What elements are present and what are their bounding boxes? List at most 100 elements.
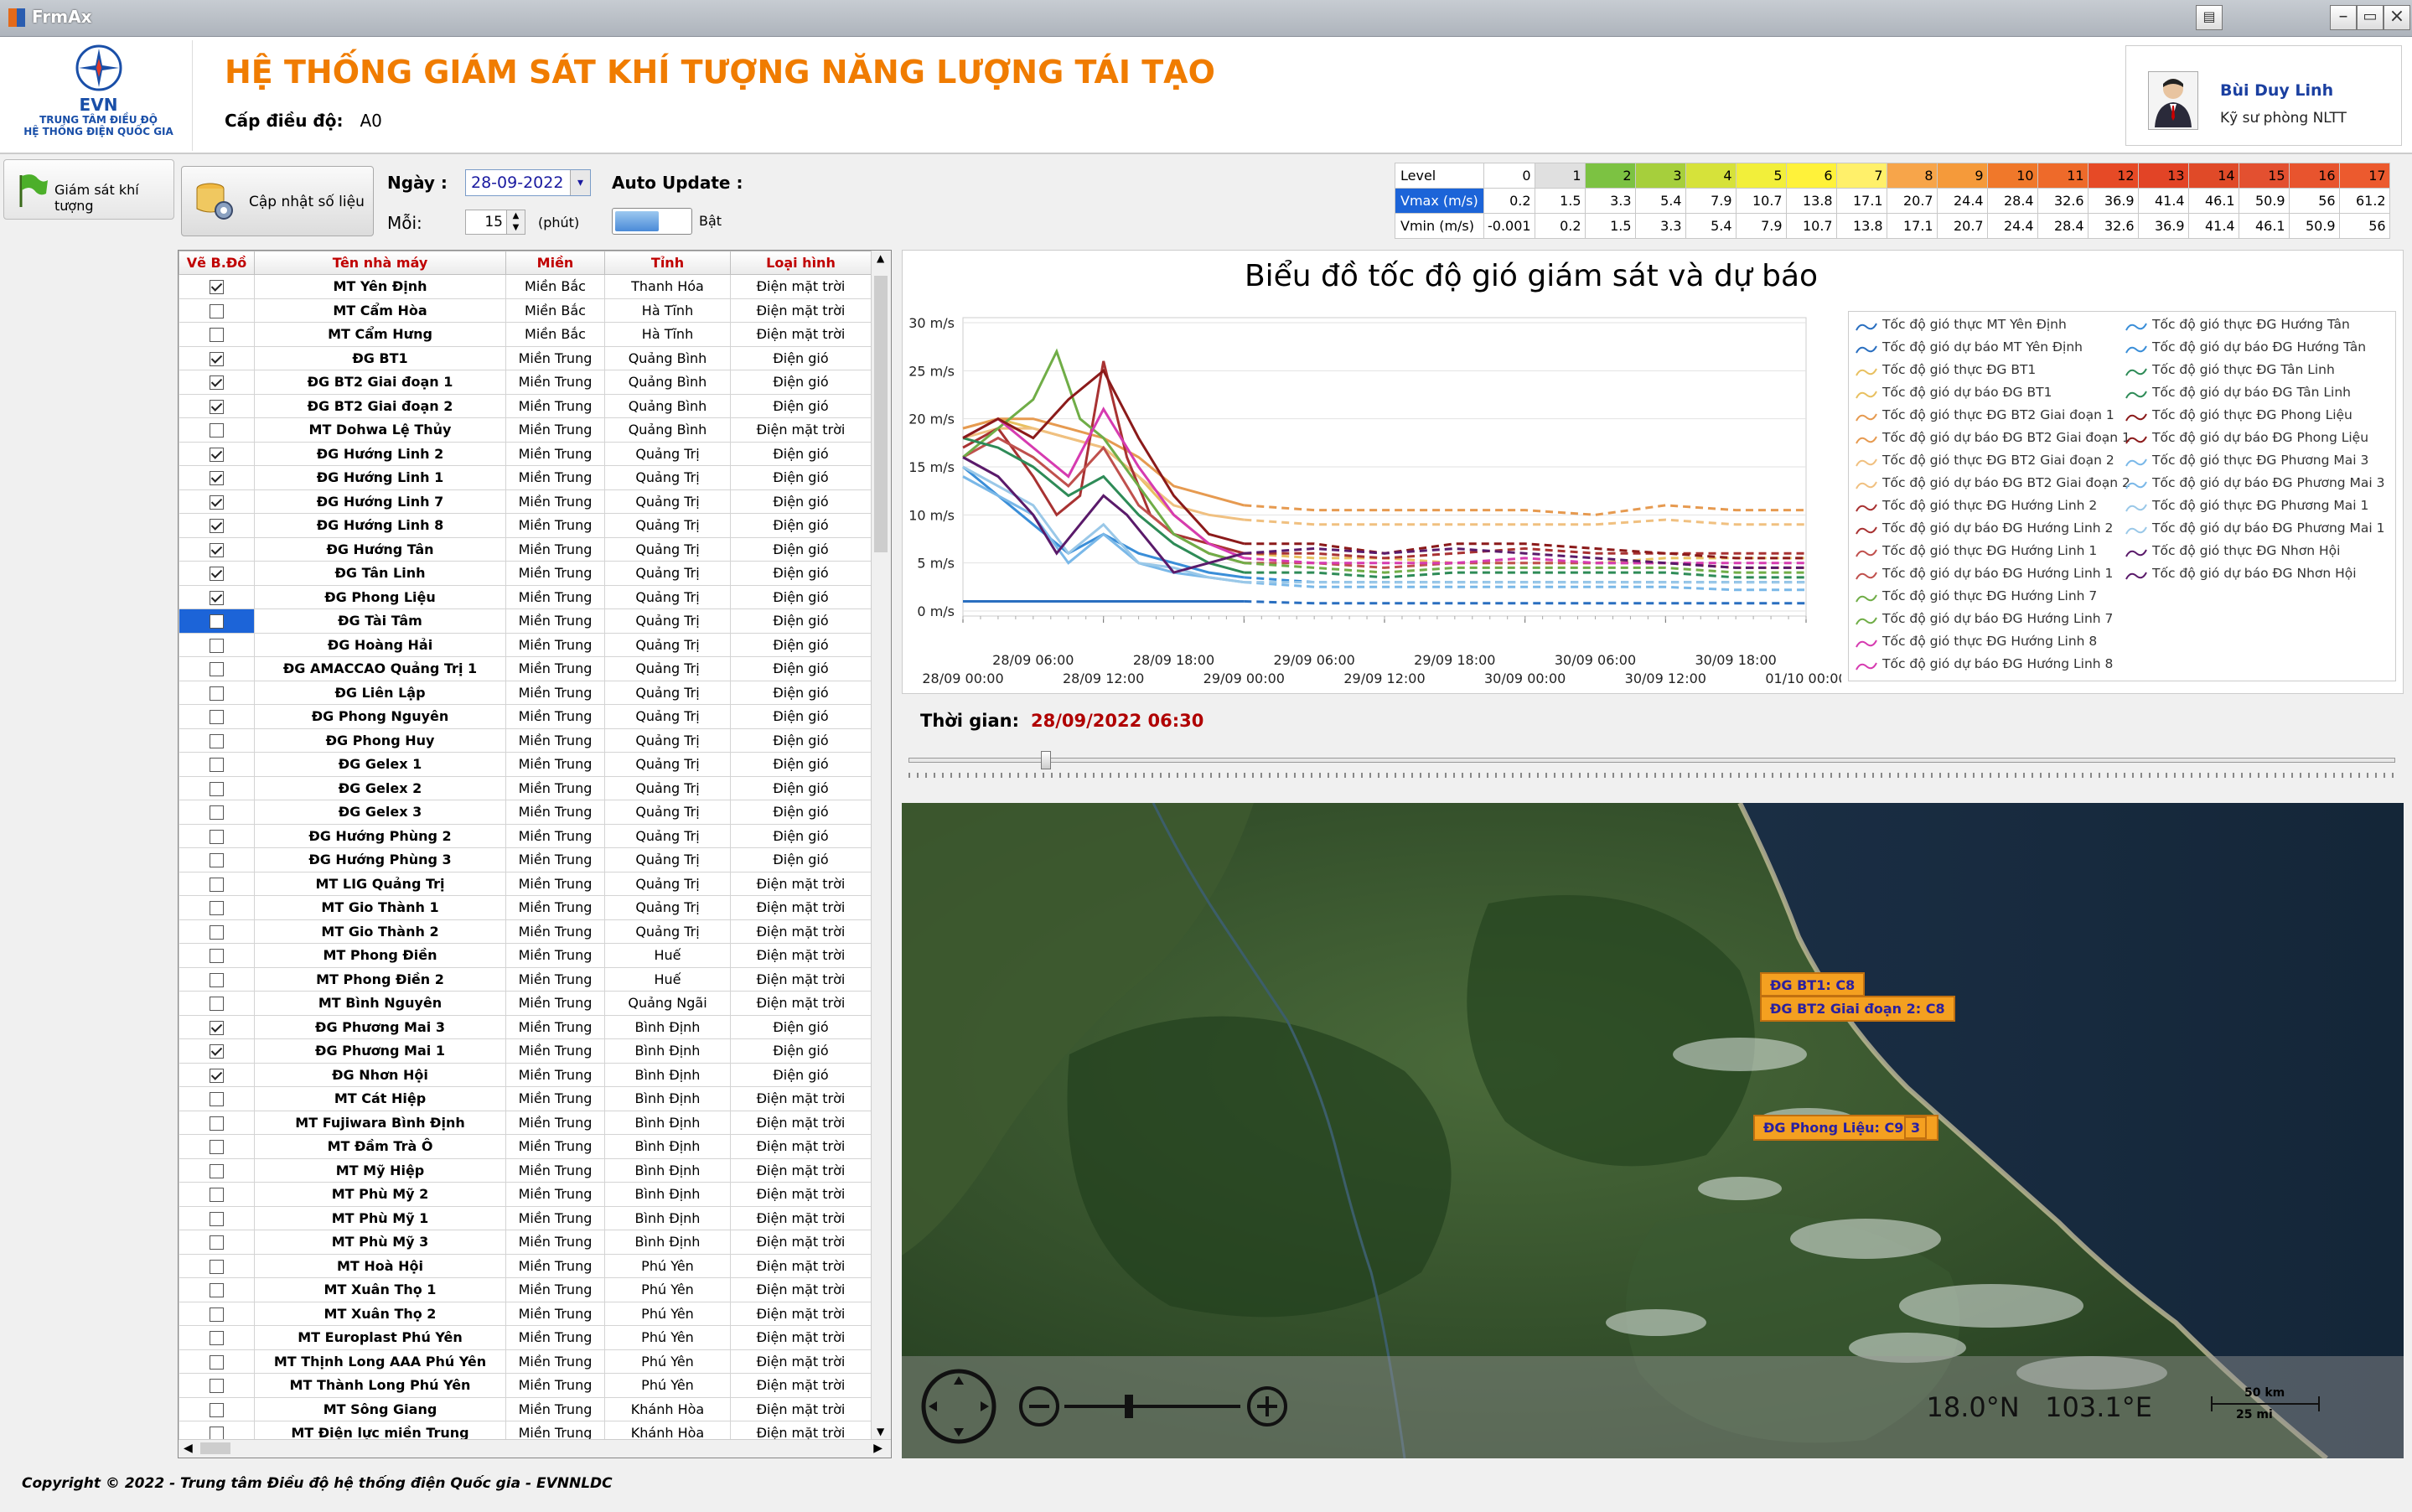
grid-column-header[interactable]: Tên nhà máy	[254, 251, 506, 275]
row-checkbox-cell[interactable]	[179, 680, 255, 705]
row-checkbox[interactable]	[210, 1044, 224, 1059]
table-row[interactable]: MT Hoà Hội Miền Trung Phú Yên Điện mặt trời	[179, 1253, 872, 1278]
table-row[interactable]: ĐG Hoàng Hải Miền Trung Quảng Trị Điện gió	[179, 632, 872, 657]
row-checkbox-cell[interactable]	[179, 322, 255, 347]
row-checkbox[interactable]	[210, 972, 224, 987]
row-checkbox[interactable]	[210, 1163, 224, 1178]
row-checkbox-cell[interactable]	[179, 1253, 255, 1278]
row-checkbox-cell[interactable]	[179, 1134, 255, 1159]
row-checkbox[interactable]	[210, 1092, 224, 1107]
interval-stepper[interactable]: 15 ▲ ▼	[465, 210, 525, 235]
table-row[interactable]: MT Xuân Thọ 2 Miền Trung Phú Yên Điện mặt t…	[179, 1301, 872, 1326]
legend-item[interactable]: Tốc độ gió thực ĐG BT1	[1856, 362, 2036, 385]
row-checkbox-cell[interactable]	[179, 919, 255, 944]
row-checkbox[interactable]	[210, 614, 224, 629]
table-row[interactable]: ĐG Hướng Phùng 2 Miền Trung Quảng Trị Điện …	[179, 823, 872, 848]
table-row[interactable]: MT Thành Long Phú Yên Miền Trung Phú Yên Đi…	[179, 1373, 872, 1398]
row-checkbox-cell[interactable]	[179, 298, 255, 323]
row-checkbox-cell[interactable]	[179, 1038, 255, 1064]
table-row[interactable]: MT Europlast Phú Yên Miền Trung Phú Yên Điệ…	[179, 1325, 872, 1350]
table-row[interactable]: MT Sông Giang Miền Trung Khánh Hòa Điện mặt…	[179, 1396, 872, 1421]
row-checkbox[interactable]	[210, 758, 224, 773]
grid-vertical-scrollbar[interactable]: ▲ ▼	[871, 251, 891, 1439]
scroll-thumb[interactable]	[874, 276, 888, 552]
scroll-up-icon[interactable]: ▲	[877, 252, 884, 264]
h-scroll-thumb[interactable]	[200, 1442, 230, 1454]
table-row[interactable]: ĐG Tài Tâm Miền Trung Quảng Trị Điện gió	[179, 608, 872, 634]
legend-item[interactable]: Tốc độ gió dự báo MT Yên Định	[1856, 339, 2083, 362]
grid-column-header[interactable]: Tỉnh	[604, 251, 731, 275]
grid-column-header[interactable]: Miền	[505, 251, 605, 275]
row-checkbox[interactable]	[210, 1283, 224, 1298]
row-checkbox-cell[interactable]	[179, 991, 255, 1016]
table-row[interactable]: ĐG AMACCAO Quảng Trị 1 Miền Trung Quảng Tr…	[179, 656, 872, 681]
row-checkbox[interactable]	[210, 686, 224, 701]
row-checkbox[interactable]	[210, 590, 224, 605]
scroll-down-icon[interactable]: ▼	[877, 1426, 884, 1437]
table-row[interactable]: ĐG BT2 Giai đoạn 1 Miền Trung Quảng Bình Đi…	[179, 370, 872, 395]
legend-item[interactable]: Tốc độ gió dự báo ĐG BT2 Giai đoạn 2	[1856, 475, 2130, 498]
row-checkbox-cell[interactable]	[179, 823, 255, 848]
grid-column-header[interactable]: Vẽ B.Đồ	[179, 251, 255, 275]
row-checkbox-cell[interactable]	[179, 1086, 255, 1111]
row-checkbox[interactable]	[210, 1188, 224, 1203]
row-checkbox[interactable]	[210, 351, 224, 366]
legend-item[interactable]: Tốc độ gió dự báo ĐG Tân Linh	[2125, 385, 2351, 407]
row-checkbox[interactable]	[210, 542, 224, 557]
row-checkbox-cell[interactable]	[179, 465, 255, 490]
table-row[interactable]: MT Cẩm Hưng Miền Bắc Hà Tĩnh Điện mặt trời	[179, 322, 872, 347]
row-checkbox-cell[interactable]	[179, 608, 255, 634]
row-checkbox[interactable]	[210, 901, 224, 916]
row-checkbox-cell[interactable]	[179, 1157, 255, 1183]
table-row[interactable]: MT Bình Nguyên Miền Trung Quảng Ngãi Điện m…	[179, 991, 872, 1016]
row-checkbox-cell[interactable]	[179, 441, 255, 466]
table-row[interactable]: ĐG Phương Mai 3 Miền Trung Bình Định Điện g…	[179, 1014, 872, 1039]
row-checkbox-cell[interactable]	[179, 943, 255, 968]
row-checkbox-cell[interactable]	[179, 656, 255, 681]
row-checkbox[interactable]	[210, 997, 224, 1012]
legend-item[interactable]: Tốc độ gió dự báo ĐG Phương Mai 1	[2125, 520, 2385, 543]
row-checkbox-cell[interactable]	[179, 871, 255, 896]
row-checkbox-cell[interactable]	[179, 489, 255, 514]
row-checkbox[interactable]	[210, 1020, 224, 1035]
table-row[interactable]: ĐG Gelex 1 Miền Trung Quảng Trị Điện gió	[179, 752, 872, 777]
table-row[interactable]: ĐG Hướng Tân Miền Trung Quảng Trị Điện gió	[179, 536, 872, 562]
toggle-knob[interactable]	[615, 211, 659, 231]
grid-horizontal-scrollbar[interactable]: ◀ ▶	[179, 1439, 891, 1458]
row-checkbox-cell[interactable]	[179, 417, 255, 443]
row-checkbox[interactable]	[210, 447, 224, 462]
pan-control-icon[interactable]	[917, 1364, 1001, 1448]
row-checkbox[interactable]	[210, 471, 224, 486]
legend-item[interactable]: Tốc độ gió dự báo ĐG Phương Mai 3	[2125, 475, 2385, 498]
row-checkbox-cell[interactable]	[179, 704, 255, 729]
table-row[interactable]: ĐG Tân Linh Miền Trung Quảng Trị Điện gió	[179, 561, 872, 586]
chevron-down-icon[interactable]: ▾	[570, 170, 590, 195]
table-row[interactable]: MT Xuân Thọ 1 Miền Trung Phú Yên Điện mặt t…	[179, 1277, 872, 1302]
legend-item[interactable]: Tốc độ gió thực ĐG Hướng Tân	[2125, 317, 2350, 339]
legend-item[interactable]: Tốc độ gió thực ĐG Hướng Linh 8	[1856, 634, 2097, 656]
table-row[interactable]: MT Dohwa Lệ Thủy Miền Trung Quảng Bình Điện…	[179, 417, 872, 443]
legend-item[interactable]: Tốc độ gió dự báo ĐG Hướng Tân	[2125, 339, 2366, 362]
row-checkbox-cell[interactable]	[179, 800, 255, 825]
row-checkbox-cell[interactable]	[179, 1373, 255, 1398]
row-checkbox-cell[interactable]	[179, 1205, 255, 1230]
legend-item[interactable]: Tốc độ gió dự báo ĐG BT1	[1856, 385, 2052, 407]
legend-item[interactable]: Tốc độ gió thực ĐG Phong Liệu	[2125, 407, 2352, 430]
table-row[interactable]: ĐG BT1 Miền Trung Quảng Bình Điện gió	[179, 345, 872, 370]
legend-item[interactable]: Tốc độ gió thực ĐG Tân Linh	[2125, 362, 2335, 385]
time-slider[interactable]	[908, 749, 2395, 783]
slider-track[interactable]	[908, 758, 2395, 763]
table-row[interactable]: ĐG Phương Mai 1 Miền Trung Bình Định Điện g…	[179, 1038, 872, 1064]
row-checkbox[interactable]	[210, 1235, 224, 1251]
row-checkbox[interactable]	[210, 399, 224, 414]
legend-item[interactable]: Tốc độ gió dự báo ĐG Hướng Linh 7	[1856, 611, 2113, 634]
table-row[interactable]: ĐG Phong Huy Miền Trung Quảng Trị Điện gió	[179, 728, 872, 753]
row-checkbox-cell[interactable]	[179, 1014, 255, 1039]
legend-item[interactable]: Tốc độ gió dự báo ĐG Hướng Linh 2	[1856, 520, 2113, 543]
row-checkbox[interactable]	[210, 280, 224, 295]
map-label-extra[interactable]: 3	[1904, 1116, 1928, 1139]
legend-item[interactable]: Tốc độ gió dự báo ĐG Nhơn Hội	[2125, 566, 2357, 588]
table-row[interactable]: ĐG Hướng Linh 8 Miền Trung Quảng Trị Điện g…	[179, 513, 872, 538]
row-checkbox-cell[interactable]	[179, 1230, 255, 1255]
table-row[interactable]: ĐG BT2 Giai đoạn 2 Miền Trung Quảng Bình Đi…	[179, 393, 872, 418]
